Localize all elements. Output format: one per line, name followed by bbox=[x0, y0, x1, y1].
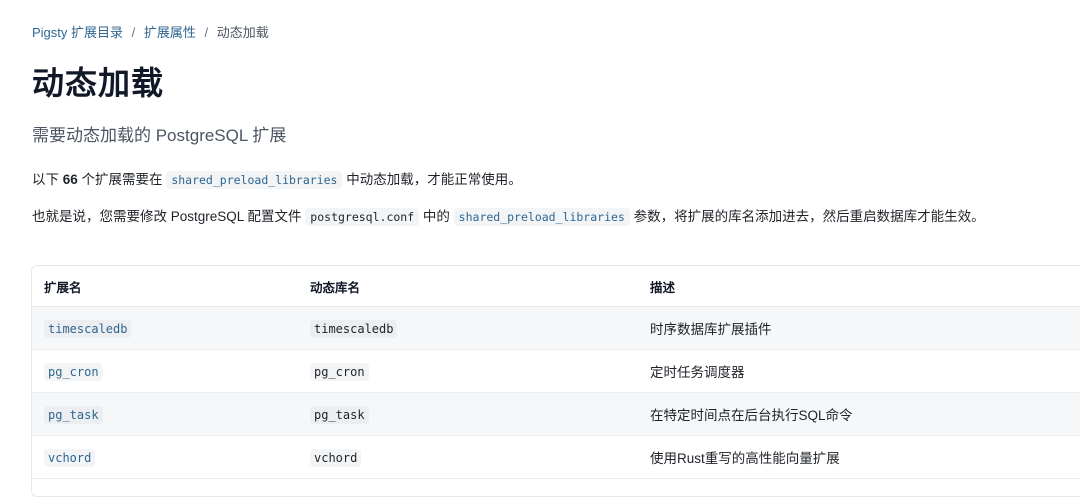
description-cell: 时序数据库扩展插件 bbox=[638, 306, 1080, 350]
page-subtitle: 需要动态加载的 PostgreSQL 扩展 bbox=[32, 126, 287, 145]
intro-suffix: 中动态加载，才能正常使用。 bbox=[342, 172, 522, 187]
detail-part3: 参数，将扩展的库名添加进去，然后重启数据库才能生效。 bbox=[629, 209, 985, 224]
library-cell: vchord bbox=[298, 435, 638, 479]
extension-cell: pg_cron bbox=[32, 349, 298, 393]
table-row: pg_cron pg_cron 定时任务调度器 bbox=[32, 349, 1080, 393]
extension-cell: vchord bbox=[32, 435, 298, 479]
library-name: pg_cron bbox=[310, 362, 369, 381]
extension-link[interactable]: pg_task bbox=[44, 405, 103, 424]
breadcrumb: Pigsty 扩展目录 / 扩展属性 / 动态加载 bbox=[32, 22, 269, 41]
library-cell: timescaledb bbox=[298, 306, 638, 350]
detail-paragraph: 也就是说，您需要修改 PostgreSQL 配置文件 postgresql.co… bbox=[32, 207, 1062, 227]
library-name: timescaledb bbox=[310, 319, 398, 338]
column-header-library: 动态库名 bbox=[298, 266, 638, 307]
table-header-row: 扩展名 动态库名 描述 bbox=[32, 266, 1080, 307]
table-row: pg_task pg_task 在特定时间点在后台执行SQL命令 bbox=[32, 392, 1080, 436]
breadcrumb-separator: / bbox=[204, 25, 209, 40]
extension-count: 66 bbox=[62, 172, 78, 187]
column-header-description: 描述 bbox=[638, 266, 1080, 307]
intro-prefix: 以下 bbox=[32, 172, 63, 187]
table-row: timescaledb timescaledb 时序数据库扩展插件 bbox=[32, 306, 1080, 350]
inline-code-postgresql-conf: postgresql.conf bbox=[305, 208, 420, 226]
library-cell: pg_cron bbox=[298, 349, 638, 393]
extensions-table: 扩展名 动态库名 描述 timescaledb timescaledb 时序数据… bbox=[32, 266, 1080, 479]
extension-cell: timescaledb bbox=[32, 306, 298, 350]
inline-code-shared-preload: shared_preload_libraries bbox=[166, 171, 343, 189]
table-row: vchord vchord 使用Rust重写的高性能向量扩展 bbox=[32, 435, 1080, 479]
library-name: pg_task bbox=[310, 405, 369, 424]
breadcrumb-link-catalog[interactable]: Pigsty 扩展目录 bbox=[32, 25, 123, 40]
description-cell: 使用Rust重写的高性能向量扩展 bbox=[638, 435, 1080, 479]
extension-link[interactable]: vchord bbox=[44, 448, 96, 467]
breadcrumb-current: 动态加载 bbox=[216, 25, 269, 40]
inline-code-shared-preload: shared_preload_libraries bbox=[453, 208, 630, 226]
column-header-extension: 扩展名 bbox=[32, 266, 298, 307]
extension-link[interactable]: pg_cron bbox=[44, 362, 103, 381]
breadcrumb-separator: / bbox=[131, 25, 136, 40]
page-title: 动态加载 bbox=[32, 65, 165, 101]
breadcrumb-link-attributes[interactable]: 扩展属性 bbox=[144, 25, 196, 40]
detail-part2: 中的 bbox=[419, 209, 454, 224]
extensions-table-container: 扩展名 动态库名 描述 timescaledb timescaledb 时序数据… bbox=[31, 265, 1080, 497]
extension-cell: pg_task bbox=[32, 392, 298, 436]
description-cell: 在特定时间点在后台执行SQL命令 bbox=[638, 392, 1080, 436]
description-cell: 定时任务调度器 bbox=[638, 349, 1080, 393]
library-cell: pg_task bbox=[298, 392, 638, 436]
intro-middle: 个扩展需要在 bbox=[77, 172, 167, 187]
detail-part1: 也就是说，您需要修改 PostgreSQL 配置文件 bbox=[32, 209, 306, 224]
library-name: vchord bbox=[310, 448, 362, 467]
intro-paragraph: 以下 66 个扩展需要在 shared_preload_libraries 中动… bbox=[32, 170, 522, 190]
extension-link[interactable]: timescaledb bbox=[44, 319, 132, 338]
